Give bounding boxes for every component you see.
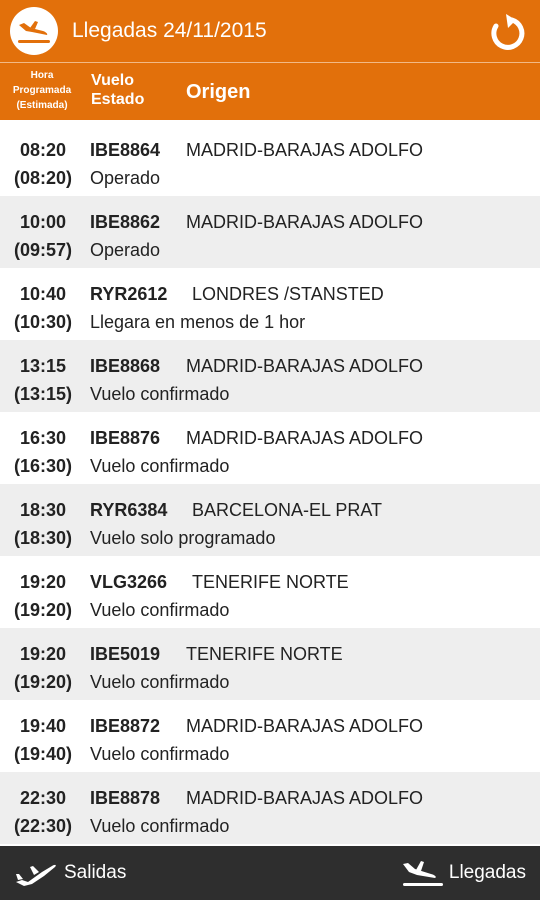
status: Vuelo confirmado xyxy=(90,456,230,476)
origin: MADRID-BARAJAS ADOLFO xyxy=(186,140,424,160)
header-hora: Hora Programada (Estimada) xyxy=(4,67,80,114)
table-row[interactable]: 10:00 (09:57) IBE8862 MADRID-BARAJAS ADOL… xyxy=(0,196,540,268)
airplane-landing-icon xyxy=(401,858,445,888)
origin: MADRID-BARAJAS ADOLFO xyxy=(186,428,424,448)
status: Vuelo confirmado xyxy=(90,672,230,692)
table-row[interactable]: 19:40 (19:40) IBE8872 MADRID-BARAJAS ADOL… xyxy=(0,700,540,772)
table-row[interactable]: 08:20 (08:20) IBE8864 MADRID-BARAJAS ADOL… xyxy=(0,124,540,196)
table-row[interactable]: 18:30 (18:30) RYR6384 BARCELONA-EL PRAT V… xyxy=(0,484,540,556)
bottom-nav: Salidas Llegadas xyxy=(0,846,540,900)
llegadas-label: Llegadas xyxy=(448,862,526,883)
flights-list: 08:20 (08:20) IBE8864 MADRID-BARAJAS ADOL… xyxy=(0,124,540,844)
table-row[interactable]: 19:20 (19:20) VLG3266 TENERIFE NORTE Vuel… xyxy=(0,556,540,628)
header-origen: Origen xyxy=(186,81,251,103)
airplane-landing-icon xyxy=(10,7,58,55)
salidas-button[interactable]: Salidas xyxy=(14,846,126,900)
flight-number: IBE8864 xyxy=(90,140,161,160)
origin: LONDRES /STANSTED xyxy=(192,284,384,304)
status: Vuelo confirmado xyxy=(90,744,230,764)
table-row[interactable]: 22:30 (22:30) IBE8878 MADRID-BARAJAS ADOL… xyxy=(0,772,540,844)
time-cell: 16:30 (16:30) xyxy=(13,428,73,476)
origin: BARCELONA-EL PRAT xyxy=(192,500,383,520)
time-cell: 19:20 (19:20) xyxy=(13,572,73,620)
header-estado: Estado xyxy=(91,91,145,108)
table-row[interactable]: 13:15 (13:15) IBE8868 MADRID-BARAJAS ADOL… xyxy=(0,340,540,412)
status: Operado xyxy=(90,240,161,260)
time-cell: 13:15 (13:15) xyxy=(13,356,73,404)
table-header: Hora Programada (Estimada) Vuelo Estado … xyxy=(0,63,540,120)
table-row[interactable]: 10:40 (10:30) RYR2612 LONDRES /STANSTED L… xyxy=(0,268,540,340)
flight-number: IBE5019 xyxy=(90,644,161,664)
table-row[interactable]: 19:20 (19:20) IBE5019 TENERIFE NORTE Vuel… xyxy=(0,628,540,700)
origin: MADRID-BARAJAS ADOLFO xyxy=(186,716,424,736)
origin: MADRID-BARAJAS ADOLFO xyxy=(186,212,424,232)
status: Vuelo confirmado xyxy=(90,816,230,836)
time-cell: 19:40 (19:40) xyxy=(13,716,73,764)
origin: TENERIFE NORTE xyxy=(186,644,343,664)
status: Vuelo confirmado xyxy=(90,600,230,620)
salidas-label: Salidas xyxy=(64,862,127,883)
status: Vuelo solo programado xyxy=(90,528,276,548)
time-cell: 22:30 (22:30) xyxy=(13,788,73,836)
app-bar: Llegadas 24/11/2015 xyxy=(0,0,540,62)
flight-number: VLG3266 xyxy=(90,572,168,592)
llegadas-button[interactable]: Llegadas xyxy=(401,846,526,900)
time-cell: 10:00 (09:57) xyxy=(13,212,73,260)
origin: TENERIFE NORTE xyxy=(192,572,349,592)
page-title: Llegadas 24/11/2015 xyxy=(72,19,267,42)
time-cell: 18:30 (18:30) xyxy=(13,500,73,548)
time-cell: 08:20 (08:20) xyxy=(13,140,73,188)
flight-number: IBE8872 xyxy=(90,716,161,736)
header-vuelo-estado: Vuelo Estado xyxy=(91,71,144,109)
flight-number: RYR6384 xyxy=(90,500,168,520)
flight-number: IBE8862 xyxy=(90,212,161,232)
time-cell: 19:20 (19:20) xyxy=(13,644,73,692)
refresh-icon[interactable] xyxy=(484,10,528,54)
status: Operado xyxy=(90,168,161,188)
flight-number: IBE8868 xyxy=(90,356,161,376)
header-vuelo: Vuelo xyxy=(91,72,134,89)
header-hora-line3: (Estimada) xyxy=(16,100,68,111)
status: Vuelo confirmado xyxy=(90,384,230,404)
status: Llegara en menos de 1 hor xyxy=(90,312,306,332)
airplane-takeoff-icon xyxy=(14,858,58,888)
flight-number: IBE8878 xyxy=(90,788,161,808)
origin: MADRID-BARAJAS ADOLFO xyxy=(186,788,424,808)
flight-number: RYR2612 xyxy=(90,284,168,304)
origin: MADRID-BARAJAS ADOLFO xyxy=(186,356,424,376)
time-cell: 10:40 (10:30) xyxy=(13,284,73,332)
flight-number: IBE8876 xyxy=(90,428,161,448)
table-row[interactable]: 16:30 (16:30) IBE8876 MADRID-BARAJAS ADOL… xyxy=(0,412,540,484)
